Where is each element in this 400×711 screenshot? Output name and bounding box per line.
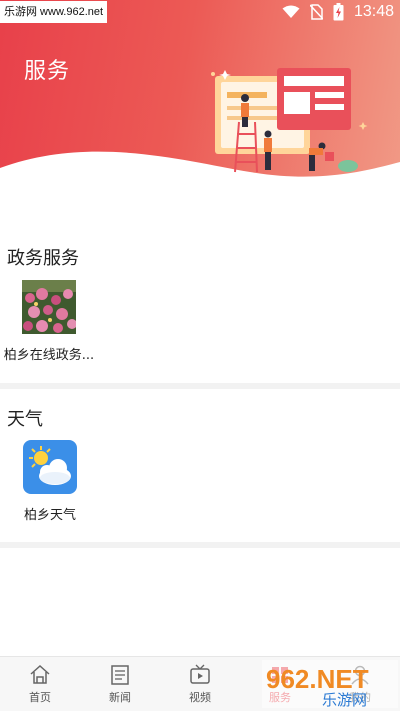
video-tv-icon <box>190 664 210 684</box>
section-government-services: 政务服务 柏乡在线政务... <box>0 228 400 384</box>
status-bar: 乐游网 www.962.net 13:48 <box>0 0 400 26</box>
app-tile-baixiang-online-gov[interactable]: 柏乡在线政务... <box>0 280 104 363</box>
battery-charging-icon <box>333 3 344 21</box>
news-icon <box>111 665 129 685</box>
nav-item-video[interactable]: 视频 <box>160 657 240 711</box>
nav-item-news[interactable]: 新闻 <box>80 657 160 711</box>
nav-label: 新闻 <box>109 691 131 704</box>
watermark-text: 乐游网 www.962.net <box>0 1 108 23</box>
flower-photo-icon <box>22 280 76 334</box>
header-banner <box>0 0 400 200</box>
section-title: 政务服务 <box>7 248 79 269</box>
nav-label: 首页 <box>29 691 51 704</box>
team-board-illustration-icon <box>211 68 368 173</box>
weather-sun-cloud-icon <box>23 440 77 494</box>
section-divider <box>0 542 400 548</box>
nav-item-home[interactable]: 首页 <box>0 657 80 711</box>
nav-label: 视频 <box>189 691 211 704</box>
section-title: 天气 <box>7 409 43 430</box>
clock-time: 13:48 <box>353 3 394 20</box>
page-title: 服务 <box>24 59 71 84</box>
app-tile-baixiang-weather[interactable]: 柏乡天气 <box>0 440 105 523</box>
section-weather: 天气 柏乡天气 <box>0 389 400 539</box>
app-label: 柏乡在线政务... <box>3 348 95 363</box>
app-label: 柏乡天气 <box>23 508 76 523</box>
site-watermark-logo: 962.NET 乐游网 <box>262 660 398 708</box>
watermark-brand: 962.NET <box>266 664 369 694</box>
watermark-brand-cn: 乐游网 <box>322 691 367 708</box>
no-sim-icon <box>309 4 323 20</box>
wifi-icon <box>282 5 300 18</box>
home-icon <box>30 664 50 684</box>
